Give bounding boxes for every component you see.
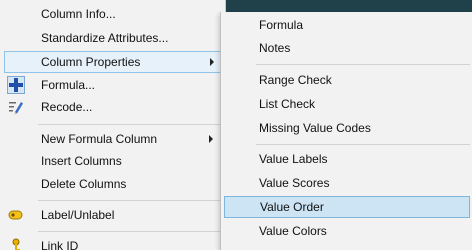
submenu-item-label: Range Check [259,73,332,87]
submenu-item-label: Value Colors [259,224,327,238]
menu-separator [38,231,222,232]
submenu-item-label: Notes [259,41,291,55]
submenu-item-value-order[interactable]: Value Order [224,196,470,218]
submenu-item-notes[interactable]: Notes [221,37,472,59]
menu-item-delete-columns[interactable]: Delete Columns [0,173,222,195]
submenu-item-label: Formula [259,18,304,32]
menu-item-label: Formula... [41,78,96,92]
menu-item-label: Insert Columns [41,154,122,168]
menu-item-label: New Formula Column [41,132,158,146]
submenu-item-missing-value-codes[interactable]: Missing Value Codes [221,117,472,139]
pencil-list-icon [7,98,25,116]
submenu-item-label: Value Scores [259,176,330,190]
menu-item-link-id[interactable]: Link ID [0,235,222,250]
menu-item-label: Label/Unlabel [41,208,115,222]
background-window-edge [220,0,472,12]
submenu-item-formula[interactable]: Formula [221,14,472,36]
submenu-separator [256,144,470,145]
submenu-item-value-labels[interactable]: Value Labels [221,148,472,170]
submenu-arrow-icon [210,58,214,66]
submenu-item-label: Value Labels [259,152,328,166]
submenu-arrow-icon [209,135,213,143]
menu-item-label: Delete Columns [41,177,127,191]
plus-cross-icon [7,76,25,94]
column-properties-submenu: Formula Notes Range Check List Check Mis… [220,12,472,250]
menu-item-label: Column Info... [41,7,116,21]
submenu-item-value-scores[interactable]: Value Scores [221,172,472,194]
submenu-separator [256,64,470,65]
key-icon [7,237,25,250]
menu-item-standardize-attributes[interactable]: Standardize Attributes... [0,27,222,49]
menu-item-recode[interactable]: Recode... [0,96,222,118]
submenu-item-label: List Check [259,97,316,111]
menu-item-new-formula-column[interactable]: New Formula Column [0,128,222,150]
menu-item-column-properties[interactable]: Column Properties [4,51,222,73]
submenu-item-range-check[interactable]: Range Check [221,69,472,91]
column-context-menu: Column Info... Standardize Attributes...… [0,0,226,250]
menu-item-label-unlabel[interactable]: Label/Unlabel [0,204,222,226]
menu-item-label: Link ID [41,239,79,250]
submenu-item-label: Missing Value Codes [259,121,371,135]
menu-item-column-info[interactable]: Column Info... [0,3,222,25]
menu-item-insert-columns[interactable]: Insert Columns [0,150,222,172]
menu-separator [38,200,222,201]
submenu-item-list-check[interactable]: List Check [221,93,472,115]
submenu-item-label: Value Order [260,200,324,214]
submenu-item-value-colors[interactable]: Value Colors [221,220,472,242]
menu-separator [38,124,222,125]
menu-item-label: Recode... [41,100,93,114]
menu-item-label: Standardize Attributes... [41,31,169,45]
menu-item-formula[interactable]: Formula... [0,74,222,96]
tag-label-icon [7,206,25,224]
menu-item-label: Column Properties [41,55,141,69]
